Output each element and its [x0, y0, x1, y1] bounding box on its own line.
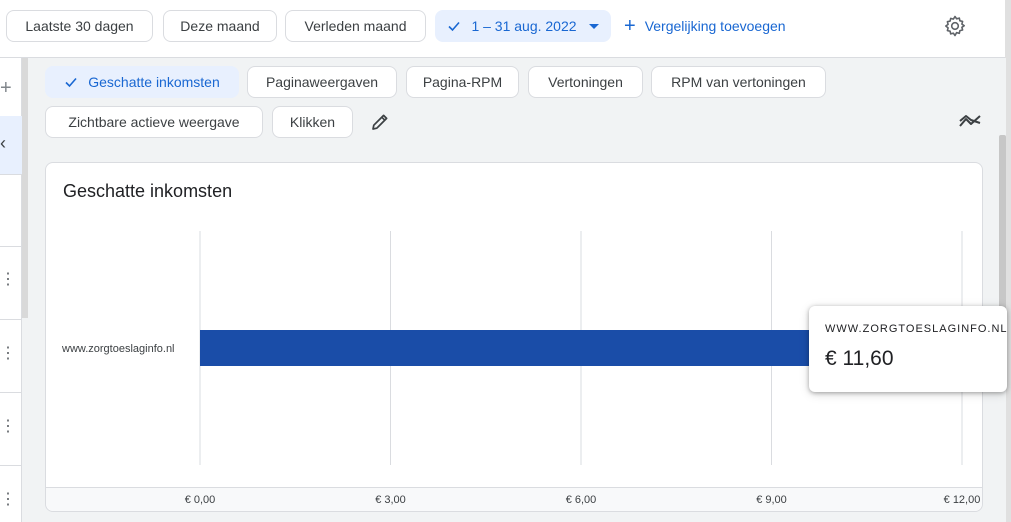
x-tick-label: € 9,00: [756, 494, 787, 506]
category-label: www.zorgtoeslaginfo.nl: [61, 343, 175, 355]
scrollbar-thumb[interactable]: [999, 135, 1006, 315]
x-tick-label: € 6,00: [566, 494, 597, 506]
this-month-chip[interactable]: Deze maand: [163, 10, 277, 42]
metric-label: Paginaweergaven: [265, 74, 379, 90]
trend-chart-icon[interactable]: [958, 110, 984, 132]
chevron-left-icon[interactable]: ‹: [0, 134, 10, 152]
metric-label: Klikken: [289, 114, 336, 130]
metric-label: Zichtbare actieve weergave: [68, 114, 240, 130]
metric-chip-estimated-earnings[interactable]: Geschatte inkomsten: [45, 66, 239, 98]
metric-label: Pagina-RPM: [422, 74, 503, 90]
add-comparison-button[interactable]: + Vergelijking toevoegen: [624, 10, 786, 42]
x-tick-label: € 3,00: [375, 494, 406, 506]
metric-label: Geschatte inkomsten: [88, 74, 220, 90]
chart-tooltip: WWW.ZORGTOESLAGINFO.NL € 11,60: [809, 306, 1007, 392]
metric-label: RPM van vertoningen: [671, 74, 806, 90]
left-scrollbar-thumb[interactable]: [22, 58, 28, 318]
x-tick-label: € 12,00: [944, 494, 981, 506]
pencil-icon[interactable]: [369, 111, 391, 133]
last-month-label: Verleden maand: [304, 18, 407, 34]
left-panel: + ‹ ⋮ ⋮ ⋮ ⋮: [0, 58, 22, 522]
gear-icon[interactable]: [943, 14, 967, 38]
more-vert-icon[interactable]: ⋮: [0, 346, 16, 362]
tooltip-value: € 11,60: [825, 347, 894, 370]
more-vert-icon[interactable]: ⋮: [0, 419, 16, 435]
metric-label: Vertoningen: [548, 74, 623, 90]
plus-icon: +: [624, 15, 636, 37]
date-range-label: 1 – 31 aug. 2022: [471, 18, 577, 34]
more-vert-icon[interactable]: ⋮: [0, 272, 16, 288]
check-icon: [64, 75, 78, 89]
date-filter-bar: Laatste 30 dagen Deze maand Verleden maa…: [0, 0, 1005, 58]
x-tick-label: € 0,00: [185, 494, 216, 506]
metric-chip-impression-rpm[interactable]: RPM van vertoningen: [651, 66, 826, 98]
plus-icon[interactable]: +: [0, 78, 12, 98]
date-range-selector[interactable]: 1 – 31 aug. 2022: [435, 10, 611, 42]
last-30-days-label: Laatste 30 dagen: [25, 18, 134, 34]
caret-down-icon: [588, 23, 599, 29]
this-month-label: Deze maand: [180, 18, 260, 34]
metric-chip-page-rpm[interactable]: Pagina-RPM: [406, 66, 519, 98]
tooltip-label: WWW.ZORGTOESLAGINFO.NL: [825, 323, 1008, 335]
more-vert-icon[interactable]: ⋮: [0, 492, 16, 508]
metric-chip-impressions[interactable]: Vertoningen: [528, 66, 643, 98]
last-30-days-chip[interactable]: Laatste 30 dagen: [6, 10, 153, 42]
metric-chip-page-views[interactable]: Paginaweergaven: [247, 66, 397, 98]
last-month-chip[interactable]: Verleden maand: [285, 10, 426, 42]
metric-chip-active-view-viewable[interactable]: Zichtbare actieve weergave: [45, 106, 263, 138]
add-comparison-label: Vergelijking toevoegen: [644, 18, 786, 34]
check-icon: [447, 19, 461, 33]
metric-chip-clicks[interactable]: Klikken: [272, 106, 353, 138]
